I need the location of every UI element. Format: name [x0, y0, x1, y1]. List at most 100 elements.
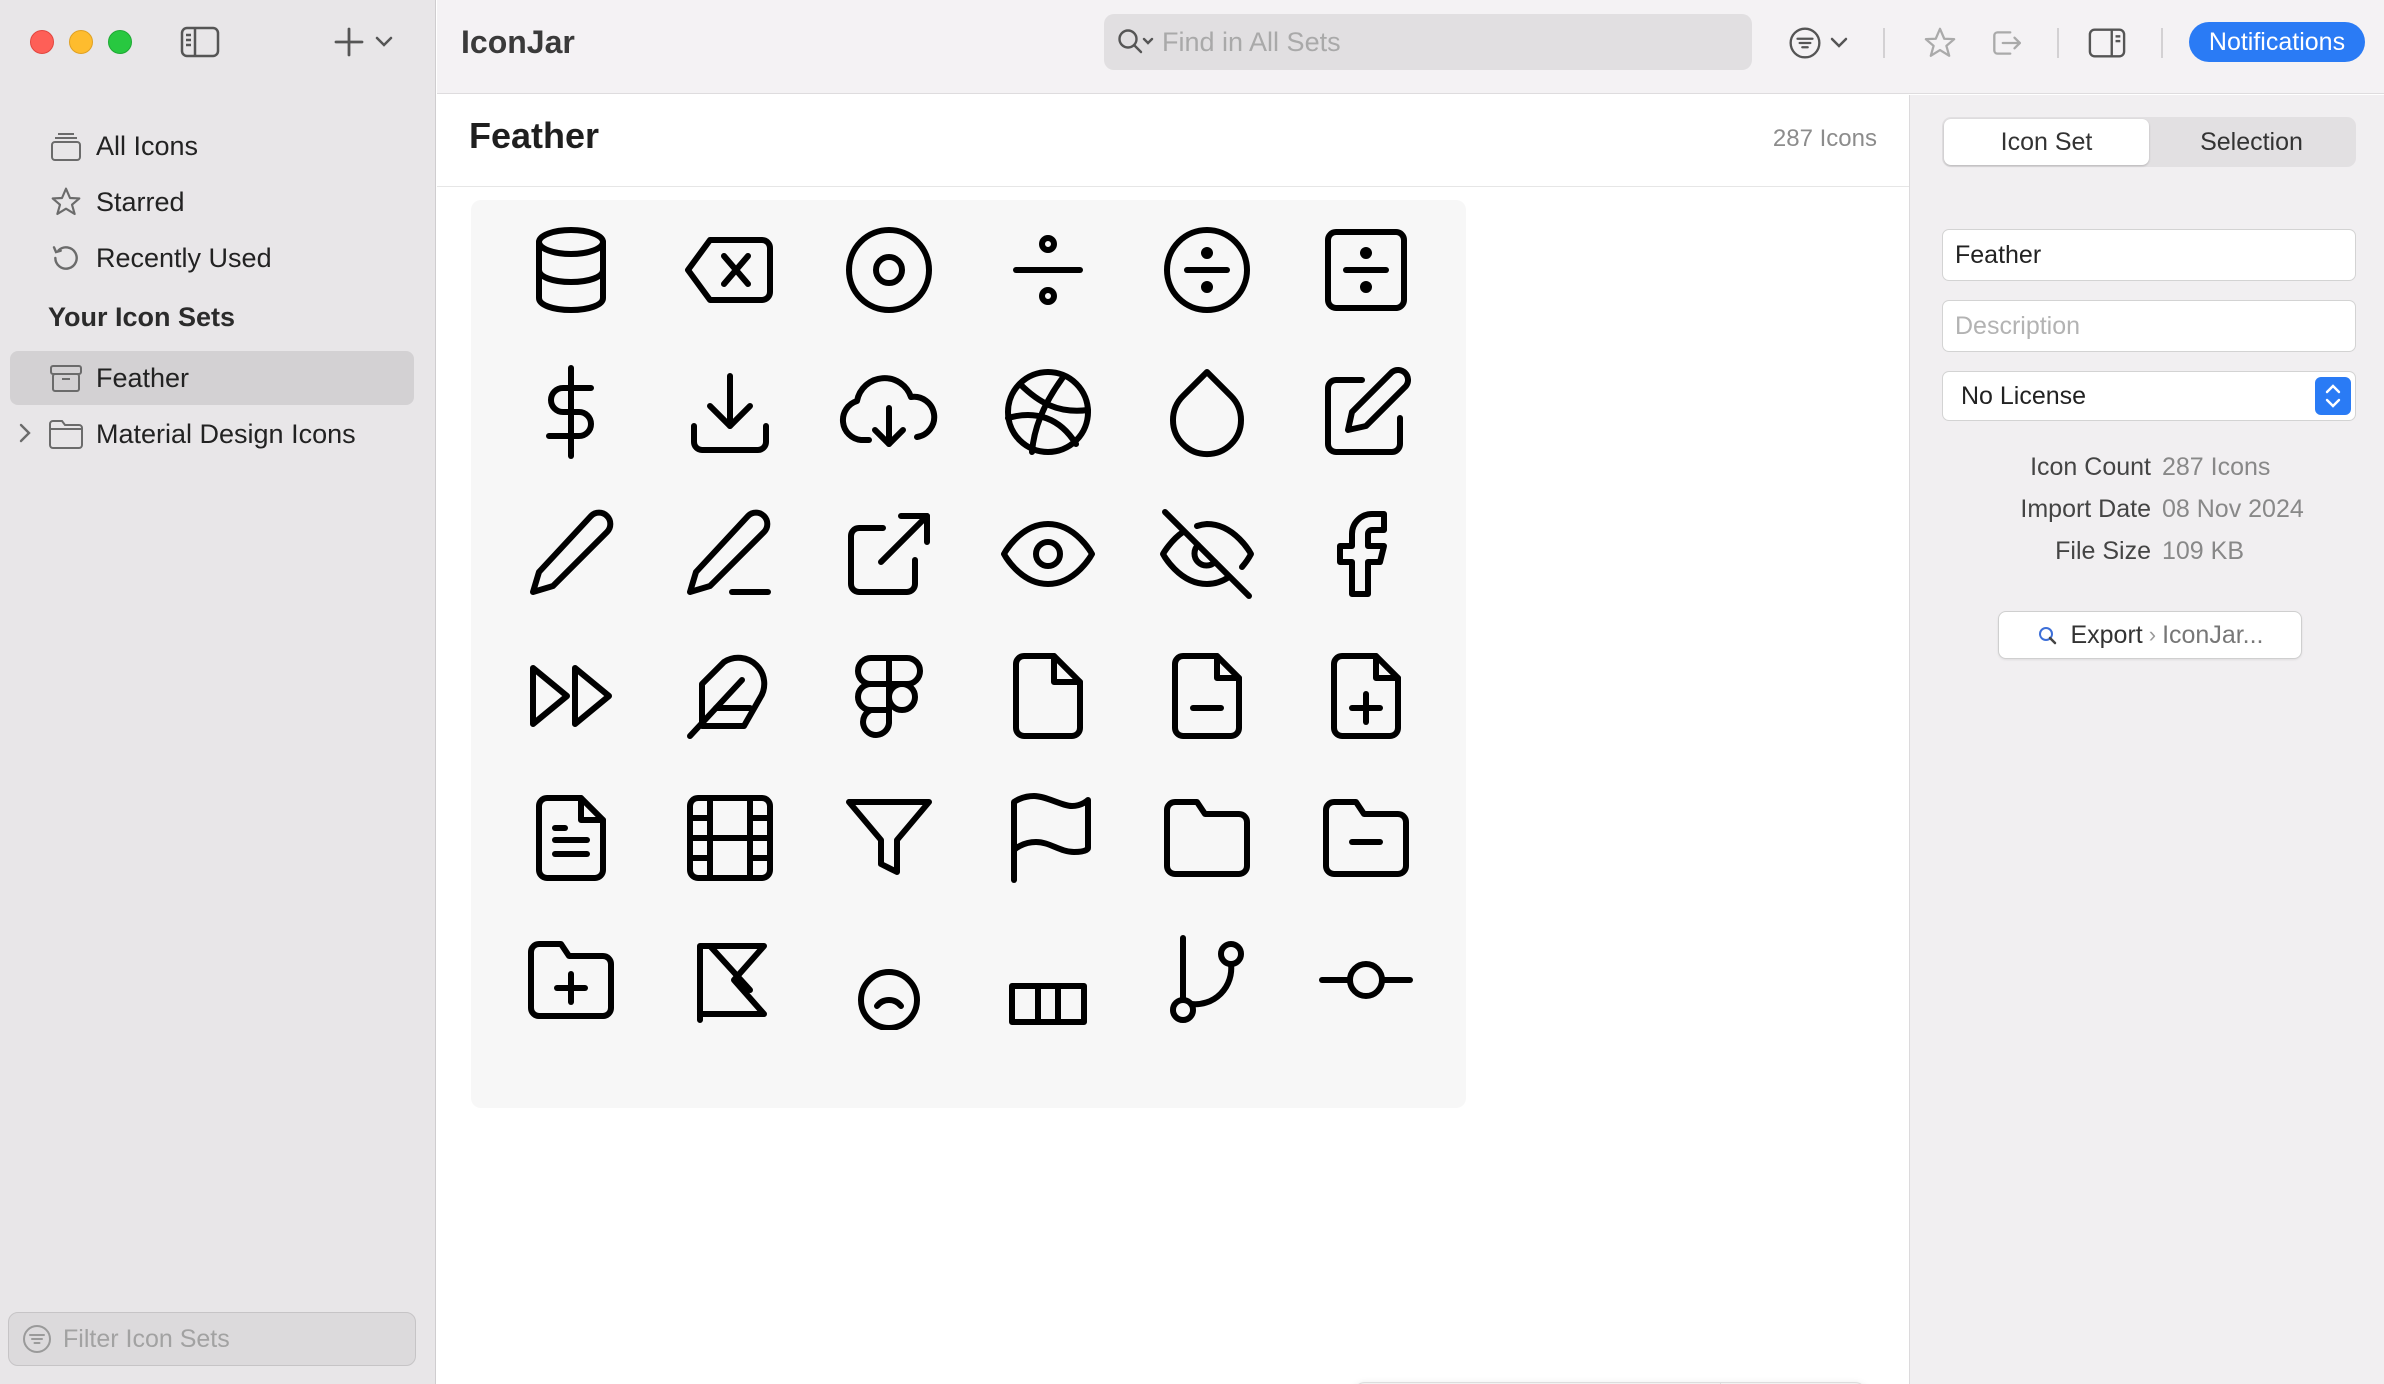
search-icon — [1118, 29, 1154, 54]
filter-icon-sets-input[interactable] — [63, 1324, 403, 1354]
inspector-panel: Icon Set Selection No License Icon Count… — [1909, 95, 2384, 1384]
edit-2-icon — [530, 509, 614, 595]
sidebar-item-material-design-icons[interactable]: Material Design Icons — [10, 407, 414, 461]
sidebar-item-all-icons[interactable]: All Icons — [10, 119, 414, 173]
plus-icon — [334, 27, 364, 57]
folder-icon — [48, 416, 84, 452]
chevron-right-icon: › — [2148, 622, 2157, 647]
download-icon — [691, 373, 769, 453]
history-icon — [48, 240, 84, 276]
meta-file-size: File Size 109 KB — [1910, 537, 2384, 573]
section-title-your-icon-sets: Your Icon Sets — [48, 302, 236, 332]
figma-icon — [855, 655, 923, 738]
set-title: Feather — [469, 115, 600, 156]
sort-menu-button[interactable] — [1783, 22, 1853, 64]
set-header: Feather 287 Icons — [437, 95, 1909, 187]
star-icon — [48, 184, 84, 220]
search-field[interactable] — [1104, 14, 1752, 70]
partial-icon — [1170, 935, 1244, 1023]
toolbar-divider — [2161, 28, 2163, 58]
toggle-sidebar-button[interactable] — [178, 24, 222, 60]
sidebar-item-feather[interactable]: Feather — [10, 351, 414, 405]
divide-icon — [1013, 235, 1083, 305]
inspector-panel-icon — [2088, 28, 2126, 58]
sidebar-item-label: Feather — [96, 362, 190, 393]
export-button[interactable]: Export › IconJar... — [1998, 611, 2302, 659]
close-window-button[interactable] — [30, 30, 54, 54]
divide-circle-icon — [1164, 227, 1250, 313]
zoom-window-button[interactable] — [108, 30, 132, 54]
minimize-window-button[interactable] — [69, 30, 93, 54]
sidebar-item-label: Recently Used — [96, 242, 272, 273]
filter-icon — [846, 799, 932, 875]
folder-minus-icon — [1323, 799, 1409, 877]
search-input[interactable] — [1162, 26, 1742, 58]
eye-off-icon — [1160, 509, 1254, 599]
sidebar-item-label: All Icons — [96, 130, 199, 161]
filter-circle-icon — [23, 1325, 51, 1353]
sidebar-item-label: Starred — [96, 186, 185, 217]
facebook-icon — [1337, 511, 1387, 597]
icon-grid: DatabaseDeleteDiscDivideDivide CircleDiv… — [437, 187, 1909, 1384]
feather-icon — [687, 654, 768, 739]
icon-browser: Feather 287 Icons DatabaseDeleteDiscDivi… — [437, 95, 1909, 1384]
star-icon — [1924, 27, 1956, 57]
folder-icon — [1164, 799, 1250, 877]
droplet-icon — [1170, 369, 1244, 457]
meta-value: 109 KB — [2162, 537, 2245, 565]
license-select[interactable]: No License — [1942, 371, 2356, 421]
chevron-down-icon — [375, 36, 393, 47]
toolbar: IconJar Notifications — [437, 0, 2384, 94]
partial-icon — [858, 969, 920, 1030]
partial-icon — [1009, 983, 1087, 1025]
meta-value: 08 Nov 2024 — [2162, 495, 2304, 523]
tab-icon-set[interactable]: Icon Set — [1944, 119, 2149, 165]
eye-icon — [1001, 521, 1095, 587]
meta-import-date: Import Date 08 Nov 2024 — [1910, 495, 2384, 531]
fast-forward-icon — [530, 665, 612, 727]
add-menu-button[interactable] — [328, 22, 398, 62]
notifications-button[interactable]: Notifications — [2189, 22, 2365, 62]
edit-3-icon — [687, 509, 771, 595]
partial-icon — [1319, 961, 1413, 999]
disc-icon — [846, 227, 932, 313]
delete-icon — [685, 237, 773, 303]
external-link-icon — [848, 513, 930, 595]
export-target: IconJar... — [2162, 620, 2264, 649]
filter-icon-sets-field[interactable] — [8, 1312, 416, 1366]
inspector-tabs: Icon Set Selection — [1942, 117, 2356, 167]
divide-square-icon — [1325, 229, 1407, 311]
download-cloud-icon — [839, 375, 938, 447]
set-name-field[interactable] — [1942, 229, 2356, 281]
meta-key: Icon Count — [2030, 453, 2151, 481]
meta-key: Import Date — [2020, 495, 2151, 523]
sidebar: All Icons Starred Recently Used Your Ico… — [0, 0, 436, 1384]
sidebar-item-label: Material Design Icons — [96, 418, 356, 449]
share-out-icon — [1993, 31, 2021, 55]
partial-icon — [697, 943, 767, 1023]
star-button[interactable] — [1919, 22, 1961, 64]
toolbar-divider — [2057, 28, 2059, 58]
select-arrows-icon — [2315, 377, 2351, 415]
stack-icon — [48, 128, 84, 164]
dribbble-icon — [1005, 369, 1091, 455]
tab-selection[interactable]: Selection — [2149, 119, 2354, 165]
edit-icon — [1325, 367, 1411, 455]
meta-key: File Size — [2055, 537, 2151, 565]
partial-icon — [528, 941, 614, 1019]
app-title: IconJar — [461, 24, 575, 60]
sort-circle-icon — [1789, 27, 1821, 59]
sidebar-item-recently-used[interactable]: Recently Used — [10, 231, 414, 285]
meta-icon-count: Icon Count 287 Icons — [1910, 453, 2384, 489]
sidebar-icon — [180, 26, 220, 58]
description-field[interactable] — [1942, 300, 2356, 352]
share-button[interactable] — [1985, 22, 2027, 64]
license-value: No License — [1961, 381, 2087, 410]
toggle-inspector-button[interactable] — [2085, 22, 2129, 64]
sidebar-item-starred[interactable]: Starred — [10, 175, 414, 229]
icon-tile-partial[interactable] — [1266, 910, 1466, 1108]
export-label: Export — [2070, 620, 2143, 649]
flag-icon — [1011, 793, 1091, 883]
film-icon — [687, 795, 773, 881]
dollar-sign-icon — [546, 365, 594, 459]
